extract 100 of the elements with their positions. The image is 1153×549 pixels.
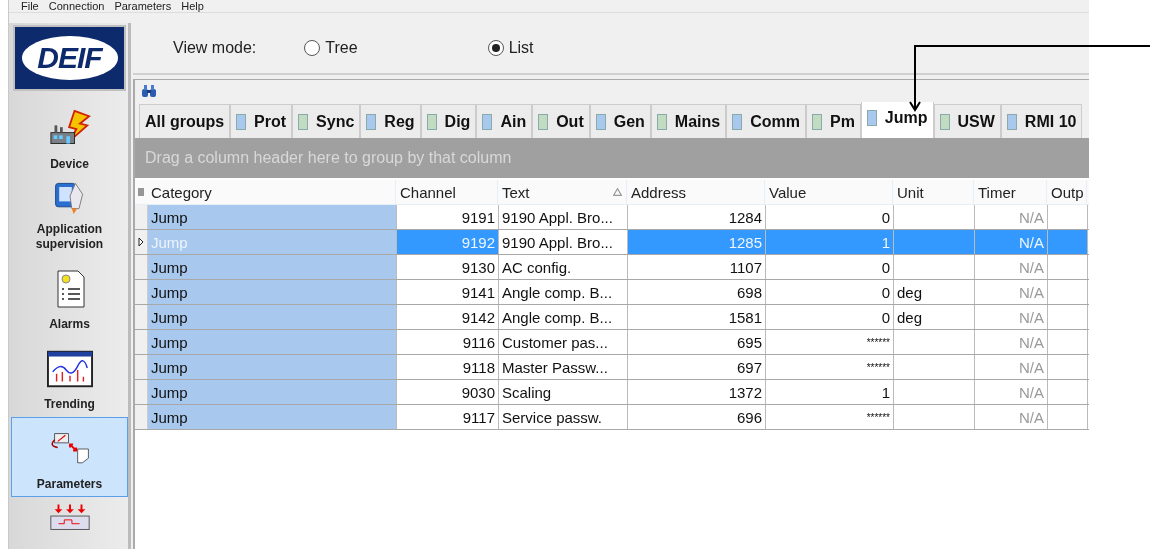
binoculars-icon[interactable]: [141, 84, 157, 98]
group-tab[interactable]: All groups: [139, 104, 231, 138]
column-header[interactable]: Text: [498, 180, 627, 204]
table-cell: 1107: [628, 255, 766, 279]
column-header[interactable]: Outp: [1047, 180, 1087, 204]
table-cell: 9141: [397, 280, 499, 304]
table-cell: Angle comp. B...: [499, 305, 628, 329]
table-row[interactable]: Jump 9142 Angle comp. B... 1581 0 deg N/A: [135, 305, 1089, 330]
table-cell: N/A: [975, 205, 1048, 229]
table-cell: N/A: [975, 305, 1048, 329]
table-cell: N/A: [975, 380, 1048, 404]
logo-text: DEIF: [21, 36, 118, 80]
group-tab[interactable]: Reg: [360, 104, 421, 138]
table-cell: 0: [766, 205, 894, 229]
menu-item[interactable]: Parameters: [114, 0, 172, 12]
current-row-icon: [138, 237, 144, 247]
table-cell: 9142: [397, 305, 499, 329]
table-cell: 0: [766, 280, 894, 304]
group-tab[interactable]: Dig: [420, 104, 477, 138]
table-cell: 695: [628, 330, 766, 354]
table-cell: 9117: [397, 405, 499, 429]
table-cell: 0: [766, 305, 894, 329]
group-tab[interactable]: Mains: [650, 104, 727, 138]
menu-item[interactable]: Help: [181, 0, 204, 12]
table-cell: Jump: [148, 205, 397, 229]
sidebar-item[interactable]: Parameters: [11, 417, 128, 497]
table-cell: N/A: [975, 230, 1048, 254]
menu-item[interactable]: File: [21, 0, 39, 12]
group-tab[interactable]: Pm: [805, 104, 861, 138]
table-row[interactable]: Jump 9130 AC config. 1107 0 N/A: [135, 255, 1089, 280]
group-tab[interactable]: RMI 10: [1000, 104, 1083, 138]
column-header[interactable]: Unit: [893, 180, 974, 204]
table-cell: 1: [766, 230, 894, 254]
group-tab[interactable]: Jump: [860, 102, 934, 138]
table-cell: N/A: [975, 330, 1048, 354]
table-cell: ******: [766, 330, 894, 354]
table-cell: Angle comp. B...: [499, 280, 628, 304]
table-cell: Customer pas...: [499, 330, 628, 354]
table-row[interactable]: Jump 9117 Service passw. 696 ****** N/A: [135, 405, 1089, 430]
group-tab[interactable]: USW: [933, 104, 1001, 138]
table-cell: Jump: [148, 230, 397, 254]
group-by-hint: Drag a column header here to group by that column: [145, 149, 512, 167]
radio-option[interactable]: List: [487, 39, 534, 57]
group-tab[interactable]: Gen: [589, 104, 651, 138]
table-cell: Jump: [148, 380, 397, 404]
column-header[interactable]: Address: [627, 180, 765, 204]
table-cell: 1581: [628, 305, 766, 329]
table-cell: N/A: [975, 355, 1048, 379]
radio-button[interactable]: [304, 40, 321, 56]
table-row[interactable]: Jump 9192 9190 Appl. Bro... 1285 1 N/A: [135, 230, 1089, 255]
table-row[interactable]: Jump 9191 9190 Appl. Bro... 1284 0 N/A: [135, 205, 1089, 230]
table-cell: 9190 Appl. Bro...: [499, 205, 628, 229]
table-row[interactable]: Jump 9118 Master Passw... 697 ****** N/A: [135, 355, 1089, 380]
table-cell: Jump: [148, 405, 397, 429]
table-cell: 9191: [397, 205, 499, 229]
table-cell: 9116: [397, 330, 499, 354]
table-cell: 697: [628, 355, 766, 379]
table-cell: Service passw.: [499, 405, 628, 429]
trend-chart-icon: [46, 349, 93, 389]
table-cell: deg: [894, 305, 975, 329]
radio-option[interactable]: Tree: [304, 39, 358, 57]
column-header[interactable]: Channel: [396, 180, 498, 204]
table-cell: 9192: [397, 230, 499, 254]
table-cell: [1048, 230, 1088, 254]
table-cell: Jump: [148, 330, 397, 354]
table-cell: 1: [766, 380, 894, 404]
row-header[interactable]: [135, 230, 148, 254]
table-cell: N/A: [975, 405, 1048, 429]
view-mode-label: View mode:: [173, 39, 257, 57]
table-row[interactable]: Jump 9141 Angle comp. B... 698 0 deg N/A: [135, 280, 1089, 305]
group-tab[interactable]: Sync: [292, 104, 361, 138]
sidebar-item[interactable]: Alarms: [11, 257, 128, 337]
table-row[interactable]: Jump 9030 Scaling 1372 1 N/A: [135, 380, 1089, 405]
table-cell: AC config.: [499, 255, 628, 279]
table-cell: 9130: [397, 255, 499, 279]
sidebar-item[interactable]: Device: [11, 97, 128, 177]
table-cell: 1372: [628, 380, 766, 404]
group-tab[interactable]: Ain: [476, 104, 533, 138]
radio-button[interactable]: [487, 40, 504, 56]
group-tab[interactable]: Comm: [726, 104, 806, 138]
table-cell: 696: [628, 405, 766, 429]
table-row[interactable]: Jump 9116 Customer pas... 695 ****** N/A: [135, 330, 1089, 355]
column-header[interactable]: Timer: [974, 180, 1047, 204]
column-header[interactable]: Category: [147, 180, 396, 204]
table-cell: 1285: [628, 230, 766, 254]
table-cell: N/A: [975, 255, 1048, 279]
sidebar-item[interactable]: Trending: [11, 337, 128, 417]
table-cell: 9030: [397, 380, 499, 404]
table-cell: Master Passw...: [499, 355, 628, 379]
table-cell: 1284: [628, 205, 766, 229]
table-cell: ******: [766, 355, 894, 379]
group-tab[interactable]: Prot: [230, 104, 293, 138]
table-cell: deg: [894, 280, 975, 304]
list-icon: [138, 188, 144, 196]
menu-item[interactable]: Connection: [48, 0, 105, 12]
table-cell: Jump: [148, 305, 397, 329]
sidebar-item[interactable]: Application supervision: [11, 177, 128, 257]
table-cell: 9118: [397, 355, 499, 379]
column-header[interactable]: Value: [765, 180, 893, 204]
group-tab[interactable]: Out: [532, 104, 590, 138]
